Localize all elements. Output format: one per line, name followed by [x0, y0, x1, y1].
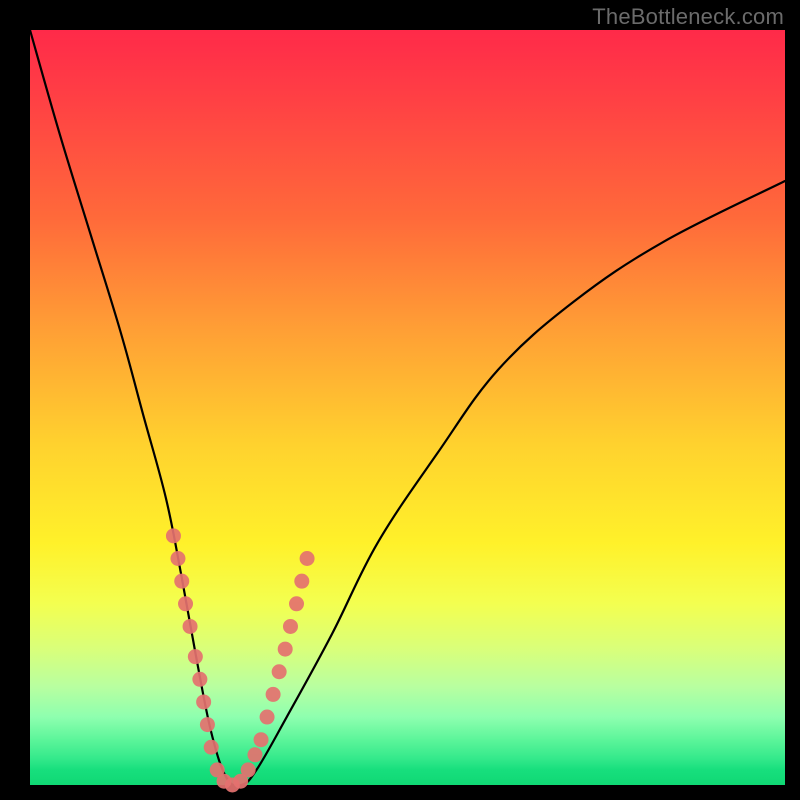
marker-dot [166, 528, 181, 543]
marker-dot [174, 574, 189, 589]
marker-dot [289, 596, 304, 611]
marker-dot [170, 551, 185, 566]
marker-dot [188, 649, 203, 664]
marker-dot [272, 664, 287, 679]
marker-dot [278, 642, 293, 657]
marker-dot [266, 687, 281, 702]
marker-dot [300, 551, 315, 566]
marker-dot [183, 619, 198, 634]
marker-dot [241, 762, 256, 777]
marker-dot [254, 732, 269, 747]
marker-dot [260, 710, 275, 725]
watermark-text: TheBottleneck.com [592, 4, 784, 30]
chart-frame: TheBottleneck.com [0, 0, 800, 800]
marker-dot [247, 747, 262, 762]
marker-dot [196, 694, 211, 709]
marker-dot [178, 596, 193, 611]
marker-dot [192, 672, 207, 687]
marker-dot [294, 574, 309, 589]
plot-area [30, 30, 785, 785]
marker-dot [200, 717, 215, 732]
bottleneck-curve [30, 30, 785, 786]
marker-dot [283, 619, 298, 634]
curve-layer [30, 30, 785, 785]
marker-dot [204, 740, 219, 755]
highlight-dots [166, 528, 315, 792]
